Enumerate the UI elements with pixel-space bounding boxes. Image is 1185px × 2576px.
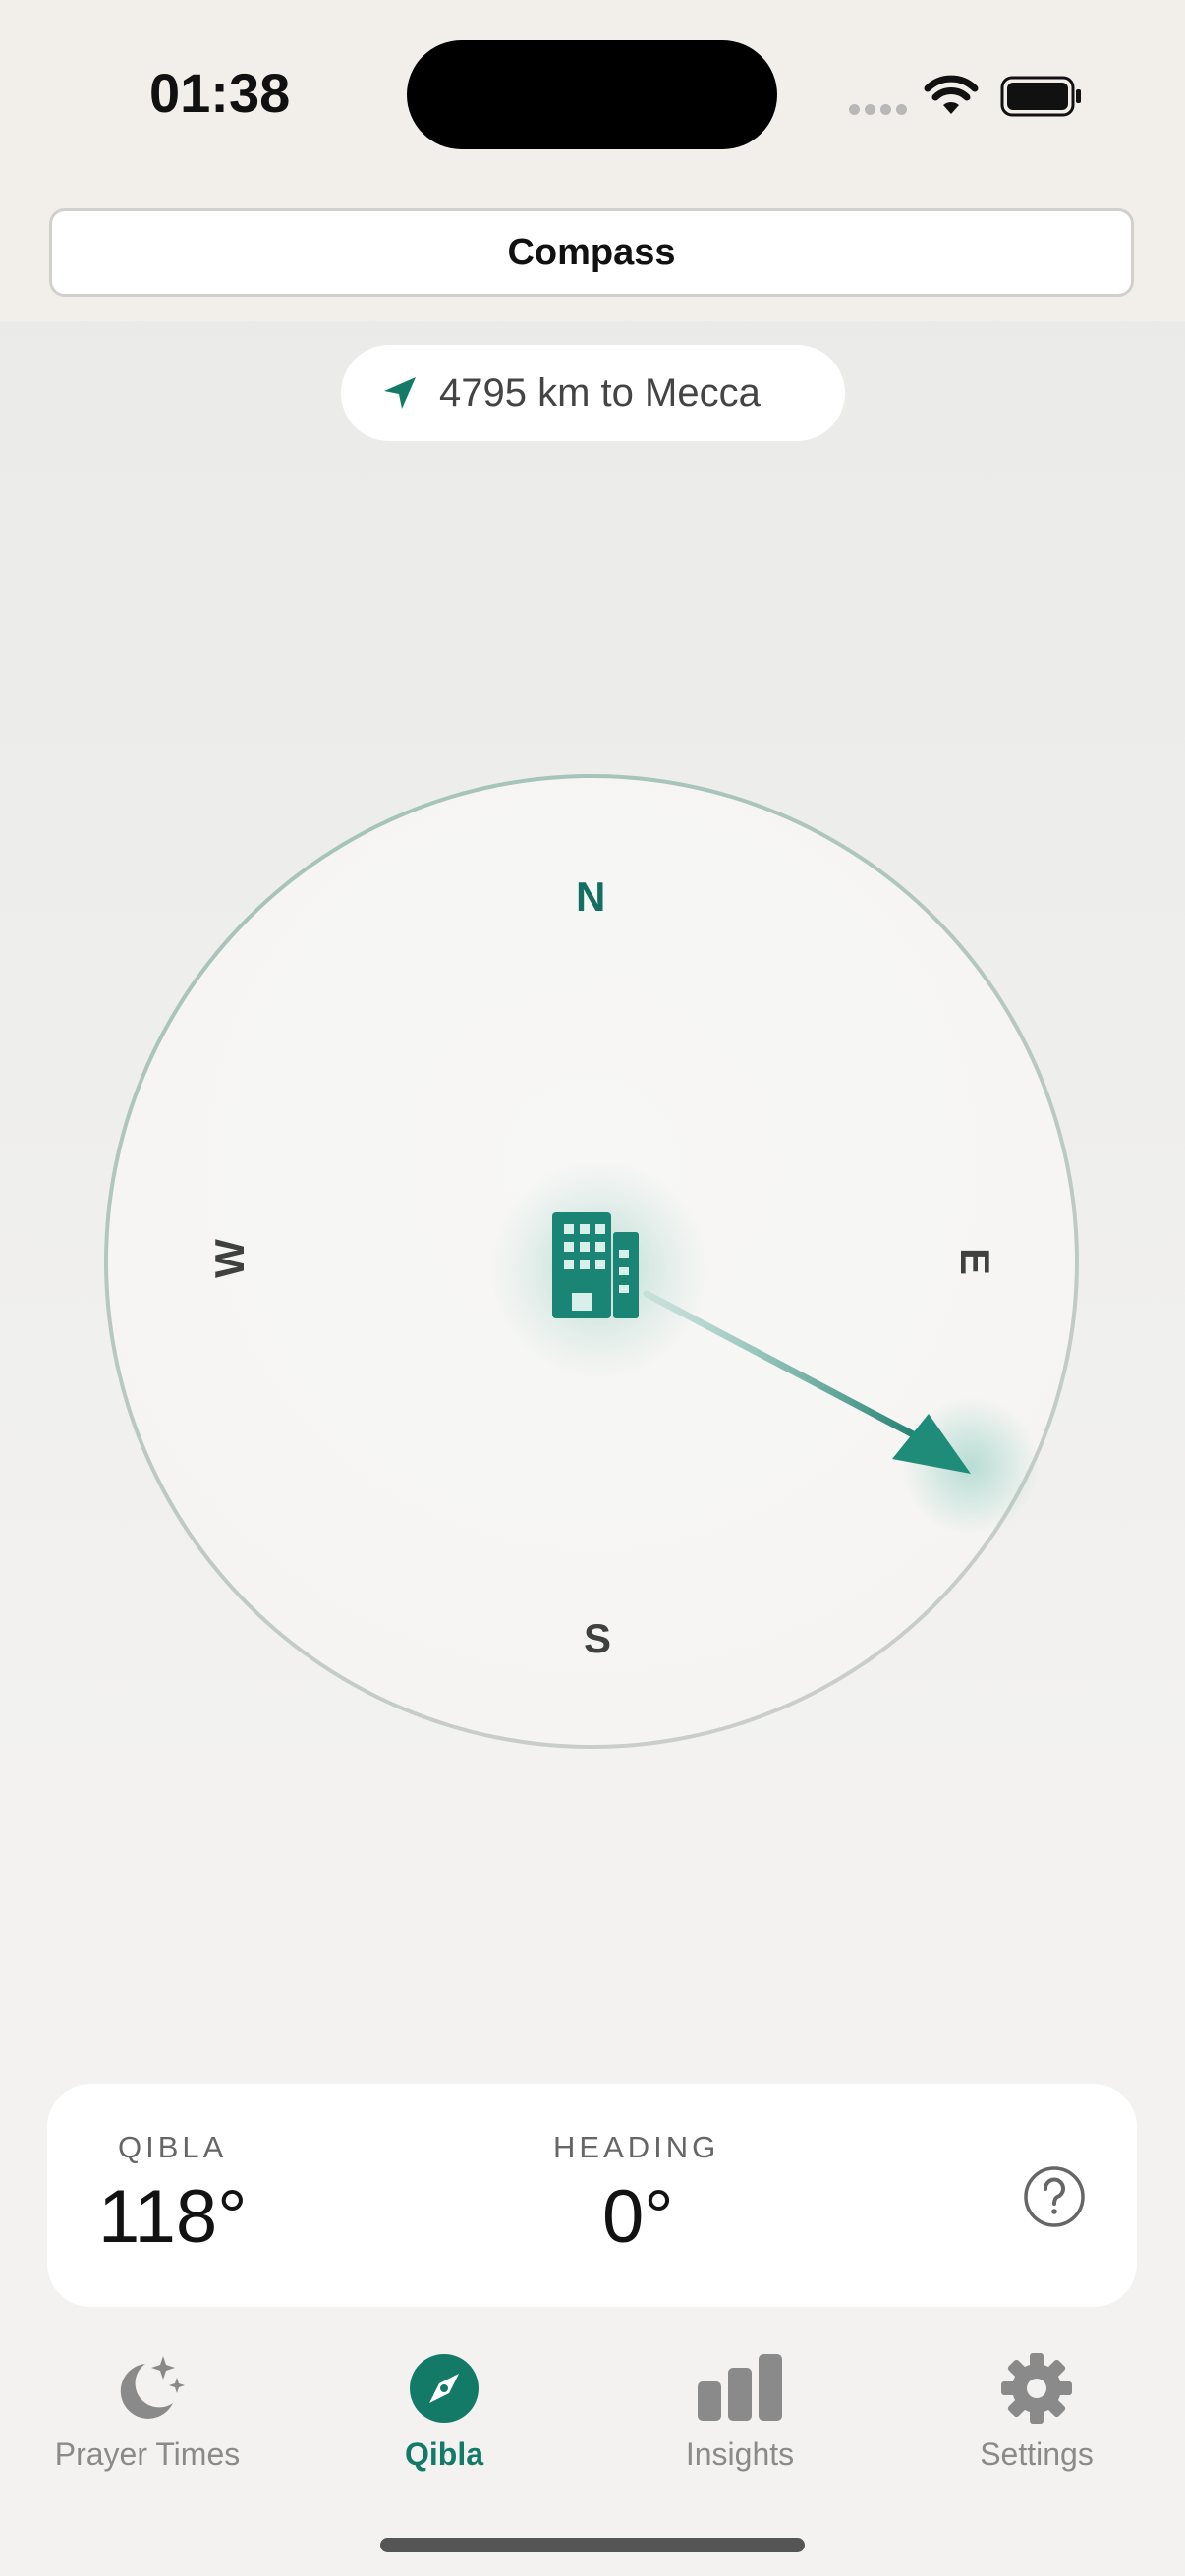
tab-prayer-times[interactable]: Prayer Times bbox=[0, 2338, 295, 2495]
tab-label: Prayer Times bbox=[54, 2436, 241, 2472]
heading-value: 0° bbox=[602, 2175, 674, 2259]
distance-pill: 4795 km to Mecca bbox=[341, 345, 845, 441]
battery-icon bbox=[1000, 76, 1081, 117]
cardinal-south: S bbox=[584, 1615, 612, 1661]
home-indicator bbox=[380, 2538, 805, 2552]
dynamic-island bbox=[407, 40, 777, 149]
location-arrow-icon bbox=[384, 377, 416, 409]
wifi-icon bbox=[924, 75, 979, 114]
top-area: 01:38 Compass bbox=[0, 0, 1185, 321]
tab-settings[interactable]: Settings bbox=[889, 2338, 1184, 2495]
kaaba-building-icon bbox=[552, 1212, 639, 1318]
tab-label: Qibla bbox=[404, 2436, 483, 2472]
help-icon[interactable] bbox=[1022, 2164, 1087, 2229]
qibla-label: QIBLA bbox=[118, 2130, 228, 2164]
qibla-info-card: QIBLA 118° HEADING 0° bbox=[47, 2084, 1137, 2307]
bar-chart-icon bbox=[698, 2354, 782, 2421]
cardinal-west: W bbox=[205, 1239, 253, 1278]
distance-text: 4795 km to Mecca bbox=[439, 370, 761, 415]
mode-segmented-control[interactable]: Compass bbox=[49, 208, 1134, 297]
cellular-signal-icon bbox=[849, 102, 912, 120]
status-time: 01:38 bbox=[149, 62, 291, 124]
qibla-value: 118° bbox=[98, 2175, 248, 2259]
tab-insights[interactable]: Insights bbox=[592, 2338, 887, 2495]
moon-stars-icon bbox=[120, 2356, 185, 2419]
heading-label: HEADING bbox=[553, 2130, 720, 2164]
tab-qibla[interactable]: Qibla bbox=[297, 2338, 592, 2495]
segment-compass[interactable]: Compass bbox=[52, 211, 1131, 294]
gear-icon bbox=[1001, 2353, 1072, 2424]
compass-icon bbox=[410, 2354, 479, 2423]
tab-label: Settings bbox=[980, 2436, 1094, 2472]
tab-label: Insights bbox=[685, 2436, 795, 2472]
cardinal-east: E bbox=[952, 1247, 999, 1276]
qibla-compass: N E S W bbox=[104, 774, 1079, 1749]
cardinal-north: N bbox=[576, 873, 606, 920]
